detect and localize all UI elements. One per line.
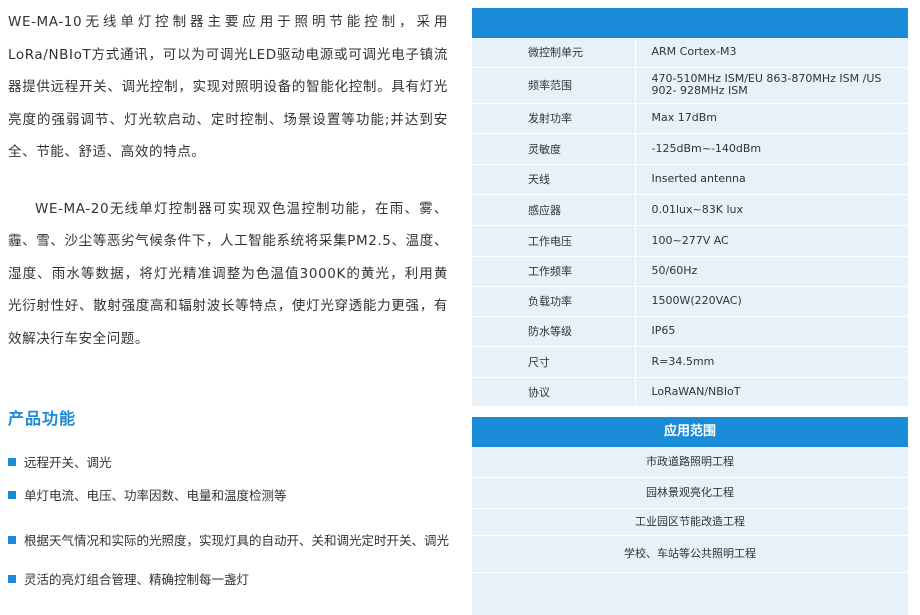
spec-panel: 微控制单元 ARM Cortex-M3 频率范围 470-510MHz ISM/EU… xyxy=(472,8,908,615)
application-item: 工业园区节能改造工程 xyxy=(472,508,908,536)
spec-key: 工作电压 xyxy=(472,225,635,257)
feature-item: 根据天气情况和实际的光照度，实现灯具的自动开、关和调光定时开关、调光 xyxy=(8,530,449,549)
feature-item: 远程开关、调光 xyxy=(8,452,112,471)
spec-key: 频率范围 xyxy=(472,67,635,104)
spec-key: 微控制单元 xyxy=(472,38,635,68)
spec-key: 负载功率 xyxy=(472,286,635,317)
feature-item: 灵活的亮灯组合管理、精确控制每一盏灯 xyxy=(8,569,249,588)
intro-paragraph-1: WE-MA-10无线单灯控制器主要应用于照明节能控制，采用LoRa/NBIoT方… xyxy=(8,14,448,160)
spec-value: IP65 xyxy=(634,316,908,347)
spec-row: 微控制单元 ARM Cortex-M3 xyxy=(472,38,908,68)
spec-value: 100~277V AC xyxy=(634,225,908,257)
square-bullet-icon xyxy=(8,458,16,466)
spec-value: R=34.5mm xyxy=(634,346,908,378)
spec-value: 0.01lux~83K lux xyxy=(634,194,908,226)
spec-row: 天线 Inserted antenna xyxy=(472,164,908,195)
intro-paragraph-2: WE-MA-20无线单灯控制器可实现双色温控制功能，在雨、雾、霾、雪、沙尘等恶劣… xyxy=(8,200,448,347)
feature-item: 单灯电流、电压、功率因数、电量和温度检测等 xyxy=(8,485,287,504)
spec-key: 工作频率 xyxy=(472,256,635,287)
spec-row: 尺寸 R=34.5mm xyxy=(472,346,908,378)
intro-text: WE-MA-10无线单灯控制器主要应用于照明节能控制，采用LoRa/NBIoT方… xyxy=(8,0,448,355)
application-item: 学校、车站等公共照明工程 xyxy=(472,535,908,573)
spec-row: 协议 LoRaWAN/NBIoT xyxy=(472,377,908,407)
spec-row: 防水等级 IP65 xyxy=(472,316,908,347)
square-bullet-icon xyxy=(8,575,16,583)
spec-value: 470-510MHz ISM/EU 863-870MHz ISM /US 902… xyxy=(634,67,908,104)
spec-row: 负载功率 1500W(220VAC) xyxy=(472,286,908,317)
feature-text: 根据天气情况和实际的光照度，实现灯具的自动开、关和调光定时开关、调光 xyxy=(24,533,450,548)
spec-row: 发射功率 Max 17dBm xyxy=(472,103,908,134)
square-bullet-icon xyxy=(8,491,16,499)
spec-value: Max 17dBm xyxy=(634,103,908,134)
spec-row: 工作频率 50/60Hz xyxy=(472,256,908,287)
spec-key: 天线 xyxy=(472,164,635,195)
spec-key: 灵敏度 xyxy=(472,133,635,165)
application-item: 市政道路照明工程 xyxy=(472,446,908,478)
feature-text: 单灯电流、电压、功率因数、电量和温度检测等 xyxy=(24,488,287,503)
square-bullet-icon xyxy=(8,536,16,544)
spec-value: Inserted antenna xyxy=(634,164,908,195)
spec-key: 尺寸 xyxy=(472,346,635,378)
spec-value: 1500W(220VAC) xyxy=(634,286,908,317)
application-item: 园林景观亮化工程 xyxy=(472,477,908,509)
spec-row: 工作电压 100~277V AC xyxy=(472,225,908,257)
spec-row: 感应器 0.01lux~83K lux xyxy=(472,194,908,226)
spec-value: 50/60Hz xyxy=(634,256,908,287)
feature-text: 远程开关、调光 xyxy=(24,455,112,470)
spec-value: ARM Cortex-M3 xyxy=(634,38,908,68)
applications-list: 市政道路照明工程 园林景观亮化工程 工业园区节能改造工程 学校、车站等公共照明工… xyxy=(472,446,908,573)
spec-table: 微控制单元 ARM Cortex-M3 频率范围 470-510MHz ISM/EU… xyxy=(472,38,908,407)
spec-key: 发射功率 xyxy=(472,103,635,134)
spec-value: -125dBm~-140dBm xyxy=(634,133,908,165)
features-title: 产品功能 xyxy=(8,409,77,428)
feature-text: 灵活的亮灯组合管理、精确控制每一盏灯 xyxy=(24,572,250,587)
spec-row: 频率范围 470-510MHz ISM/EU 863-870MHz ISM /US… xyxy=(472,67,908,104)
applications-title: 应用范围 xyxy=(472,416,908,447)
spec-key: 防水等级 xyxy=(472,316,635,347)
spec-key: 协议 xyxy=(472,377,635,407)
spec-value: LoRaWAN/NBIoT xyxy=(634,377,908,407)
applications-filler xyxy=(472,572,908,615)
spec-table-header xyxy=(472,8,908,38)
spec-row: 灵敏度 -125dBm~-140dBm xyxy=(472,133,908,165)
spec-key: 感应器 xyxy=(472,194,635,226)
